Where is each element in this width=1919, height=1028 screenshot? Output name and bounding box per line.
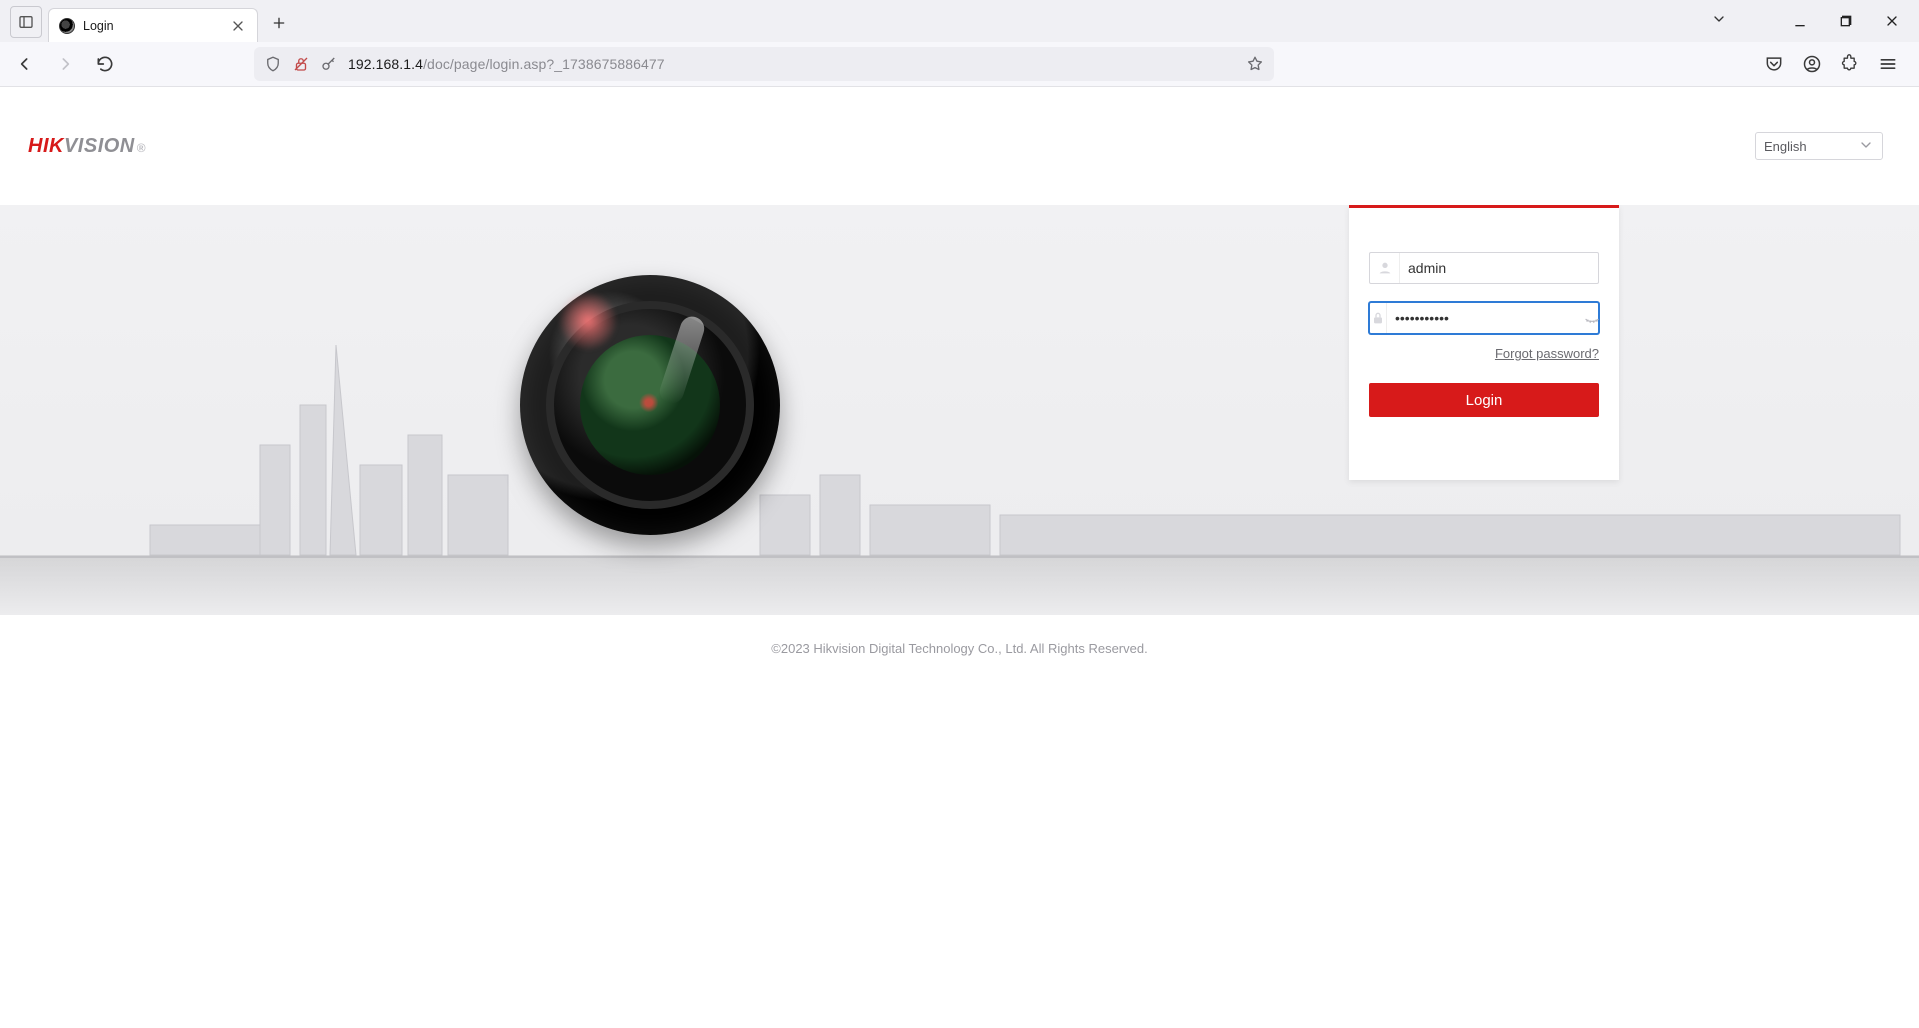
password-field-wrapper [1369, 302, 1599, 334]
lock-icon [1370, 303, 1387, 333]
forgot-password-row: Forgot password? [1369, 346, 1599, 361]
toolbar-right-icons [1757, 47, 1911, 81]
brand-vision: VISION [64, 135, 135, 158]
arrow-right-icon [55, 54, 75, 74]
app-menu-button[interactable] [1871, 47, 1905, 81]
login-card: Forgot password? Login [1349, 205, 1619, 480]
reload-icon [95, 54, 115, 74]
minimize-icon [1792, 13, 1808, 29]
nav-forward-button[interactable] [48, 47, 82, 81]
brand-hik: HIK [28, 135, 64, 158]
tab-close-button[interactable] [229, 17, 247, 35]
footer-copyright: ©2023 Hikvision Digital Technology Co., … [0, 615, 1919, 682]
username-field-wrapper [1369, 252, 1599, 284]
browser-chrome: Login 192.168.1.4/doc/page/login. [0, 0, 1919, 87]
url-path: /doc/page/login.asp?_1738675886477 [423, 56, 665, 72]
sidebar-toggle-button[interactable] [10, 6, 42, 38]
page-content: HIKVISION® English [0, 87, 1919, 682]
url-host: 192.168.1.4 [348, 56, 423, 72]
login-button[interactable]: Login [1369, 383, 1599, 417]
toolbar: 192.168.1.4/doc/page/login.asp?_17386758… [0, 42, 1919, 86]
brand-registered: ® [137, 141, 146, 155]
address-bar[interactable]: 192.168.1.4/doc/page/login.asp?_17386758… [254, 47, 1274, 81]
hamburger-icon [1878, 54, 1898, 74]
eye-closed-icon [1584, 310, 1600, 326]
key-icon[interactable] [320, 55, 338, 73]
browser-tab-active[interactable]: Login [48, 8, 258, 42]
nav-reload-button[interactable] [88, 47, 122, 81]
user-icon [1370, 253, 1400, 283]
toggle-password-visibility-button[interactable] [1584, 310, 1600, 326]
language-select[interactable]: English [1755, 132, 1883, 160]
page-header: HIKVISION® English [0, 87, 1919, 205]
url-text: 192.168.1.4/doc/page/login.asp?_17386758… [348, 56, 665, 72]
window-minimize-button[interactable] [1777, 0, 1823, 42]
close-icon [230, 18, 246, 34]
sidebar-icon [18, 14, 34, 30]
bookmark-star-button[interactable] [1246, 55, 1264, 73]
arrow-left-icon [15, 54, 35, 74]
tabs-dropdown-button[interactable] [1711, 11, 1727, 32]
pocket-icon [1764, 54, 1784, 74]
tracking-protection-icon[interactable] [264, 55, 282, 73]
chevron-down-icon [1858, 137, 1874, 156]
tab-favicon-icon [59, 18, 75, 34]
window-close-button[interactable] [1869, 0, 1915, 42]
camera-lens-art [520, 275, 780, 535]
nav-back-button[interactable] [8, 47, 42, 81]
password-input[interactable] [1387, 303, 1584, 333]
close-icon [1884, 13, 1900, 29]
username-input[interactable] [1400, 253, 1598, 283]
window-maximize-button[interactable] [1823, 0, 1869, 42]
brand-logo: HIKVISION® [28, 135, 146, 158]
account-button[interactable] [1795, 47, 1829, 81]
insecure-connection-icon[interactable] [292, 55, 310, 73]
tab-strip: Login [0, 0, 1919, 42]
forgot-password-link[interactable]: Forgot password? [1495, 346, 1599, 361]
hero-banner: Forgot password? Login [0, 205, 1919, 615]
chevron-down-icon [1711, 11, 1727, 27]
tab-title: Login [83, 19, 221, 33]
language-selected-label: English [1764, 139, 1807, 154]
window-controls [1711, 0, 1915, 42]
star-icon [1246, 54, 1264, 74]
pocket-button[interactable] [1757, 47, 1791, 81]
extensions-button[interactable] [1833, 47, 1867, 81]
city-skyline-art [0, 325, 1919, 575]
plus-icon [271, 15, 287, 31]
puzzle-icon [1840, 54, 1860, 74]
ground-reflection [0, 555, 1919, 615]
maximize-icon [1838, 13, 1854, 29]
account-icon [1802, 54, 1822, 74]
new-tab-button[interactable] [264, 8, 294, 38]
